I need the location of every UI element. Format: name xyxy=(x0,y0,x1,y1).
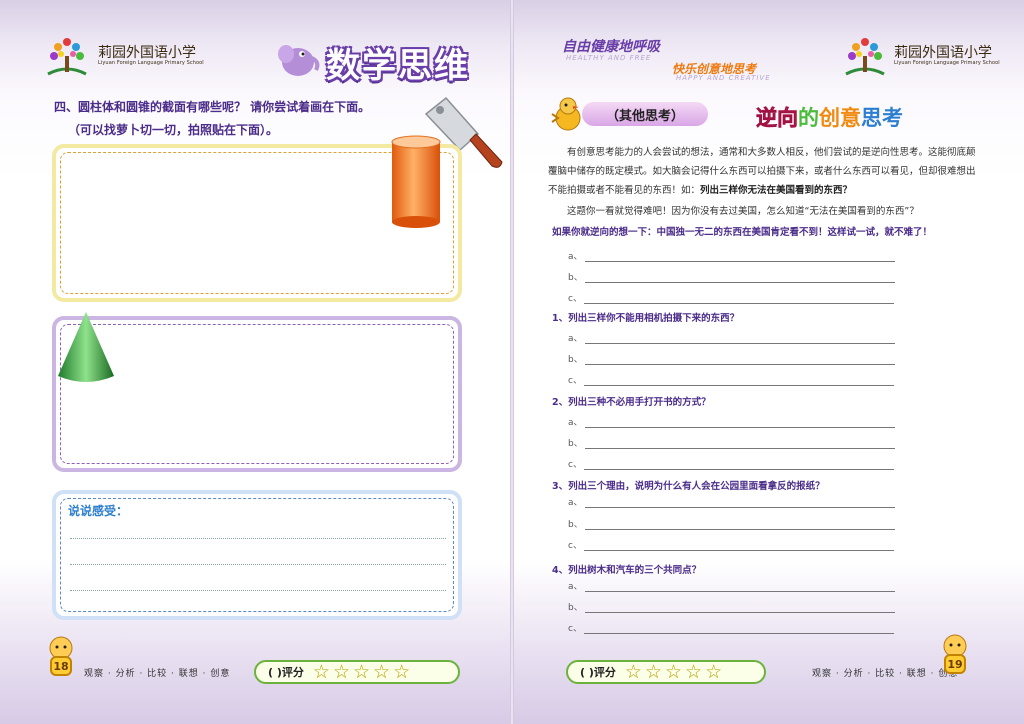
star-icon[interactable]: ☆ xyxy=(373,662,390,682)
answer-label: c、 xyxy=(568,624,582,634)
answer-label: c、 xyxy=(568,294,582,304)
answer-line[interactable]: a、 xyxy=(568,494,895,508)
score-label: ( )评分 xyxy=(580,666,616,679)
answer-label: a、 xyxy=(568,498,583,508)
section-title: 逆向的创意思考 xyxy=(756,102,903,132)
feelings-line xyxy=(70,590,446,591)
feelings-label: 说说感受： xyxy=(68,504,129,518)
school-name-block: 莉园外国语小学 Liyuan Foreign Language Primary … xyxy=(98,46,204,66)
page-number: 19 xyxy=(944,654,966,674)
school-name-block-right: 莉园外国语小学 Liyuan Foreign Language Primary … xyxy=(894,46,1000,66)
tree-logo-icon xyxy=(845,38,885,76)
answer-line[interactable]: c、 xyxy=(568,290,894,304)
star-icon[interactable]: ☆ xyxy=(685,662,702,682)
answer-line[interactable]: b、 xyxy=(568,269,895,283)
section-title-part: 的 xyxy=(798,106,819,130)
score-label: ( )评分 xyxy=(268,666,304,679)
star-icon[interactable]: ☆ xyxy=(705,662,722,682)
question-line-2: （可以找萝卜切一切，拍照贴在下面）。 xyxy=(68,123,279,137)
rating-stars: ☆ ☆ ☆ ☆ ☆ xyxy=(310,662,410,682)
answer-label: a、 xyxy=(568,582,583,592)
book-spine xyxy=(510,0,514,724)
answer-label: a、 xyxy=(568,418,583,428)
left-page: 莉园外国语小学 Liyuan Foreign Language Primary … xyxy=(0,0,512,724)
answer-line[interactable]: a、 xyxy=(568,248,895,262)
answer-line[interactable]: b、 xyxy=(568,435,895,449)
question-4: 4、列出树木和汽车的三个共同点？ xyxy=(552,565,702,576)
star-icon[interactable]: ☆ xyxy=(665,662,682,682)
school-name: 莉园外国语小学 xyxy=(894,45,992,61)
answer-line[interactable]: c、 xyxy=(568,456,894,470)
hint-paragraph: 如果你就逆向的想一下：中国独一无二的东西在美国肯定看不到！这样试一试，就不难了！ xyxy=(552,227,933,238)
school-logo xyxy=(44,34,90,80)
question-2: 2、列出三种不必用手打开书的方式？ xyxy=(552,397,711,408)
question-line-1: 四、圆柱体和圆锥的截面有哪些呢？ 请你尝试着画在下面。 xyxy=(54,100,371,114)
cylinder-icon xyxy=(391,135,441,228)
page-number: 18 xyxy=(50,656,72,676)
elephant-mascot xyxy=(276,38,320,78)
elephant-icon xyxy=(278,45,320,76)
slogan-2-en: HAPPY AND CREATIVE xyxy=(676,74,771,82)
footer-text: 观察 · 分析 · 比较 · 联想 · 创意 xyxy=(84,669,231,679)
slogan-1: 自由健康地呼吸 xyxy=(562,39,660,55)
dashed-border xyxy=(60,324,454,464)
answer-label: b、 xyxy=(568,273,583,283)
answer-line[interactable]: b、 xyxy=(568,351,895,365)
section-title-part: 思考 xyxy=(861,106,903,130)
question-text: 四、圆柱体和圆锥的截面有哪些呢？ 请你尝试着画在下面。 （可以找萝卜切一切，拍照… xyxy=(54,98,414,138)
question-1: 1、列出三样你不能用相机拍摄下来的东西？ xyxy=(552,313,740,324)
answer-line[interactable]: a、 xyxy=(568,414,895,428)
answer-line[interactable]: b、 xyxy=(568,599,895,613)
school-name: 莉园外国语小学 xyxy=(98,45,196,61)
answer-line[interactable]: c、 xyxy=(568,372,894,386)
score-box: ( )评分 ☆ ☆ ☆ ☆ ☆ xyxy=(254,660,460,684)
answer-label: a、 xyxy=(568,334,583,344)
star-icon[interactable]: ☆ xyxy=(333,662,350,682)
cone-image xyxy=(54,310,118,386)
star-icon[interactable]: ☆ xyxy=(313,662,330,682)
page-title: 数学思维 xyxy=(326,46,470,86)
question-3: 3、列出三个理由，说明为什么有人会在公园里面看拿反的报纸？ xyxy=(552,481,825,492)
answer-label: c、 xyxy=(568,541,582,551)
answer-label: a、 xyxy=(568,252,583,262)
section-title-part: 创意 xyxy=(819,106,861,130)
tree-logo-icon xyxy=(47,38,87,76)
answer-label: b、 xyxy=(568,439,583,449)
second-paragraph: 这题你一看就觉得难吧！因为你没有去过美国，怎么知道“无法在美国看到的东西”？ xyxy=(567,206,919,217)
answer-label: b、 xyxy=(568,603,583,613)
school-name-en: Liyuan Foreign Language Primary School xyxy=(894,60,1000,66)
section-tag-label: （其他思考） xyxy=(605,108,684,124)
answer-label: c、 xyxy=(568,460,582,470)
star-icon[interactable]: ☆ xyxy=(353,662,370,682)
answer-line[interactable]: b、 xyxy=(568,516,895,530)
footer-text: 观察 · 分析 · 比较 · 联想 · 创意 xyxy=(812,669,959,679)
slogan-1-en: HEALTHY AND FREE xyxy=(566,54,652,62)
answer-label: c、 xyxy=(568,376,582,386)
score-box: ( )评分 ☆ ☆ ☆ ☆ ☆ xyxy=(566,660,766,684)
star-icon[interactable]: ☆ xyxy=(393,662,410,682)
answer-line[interactable]: a、 xyxy=(568,330,895,344)
answer-label: b、 xyxy=(568,520,583,530)
answer-line[interactable]: c、 xyxy=(568,620,894,634)
answer-line[interactable]: a、 xyxy=(568,578,895,592)
cone-icon xyxy=(58,312,114,382)
feelings-line xyxy=(70,564,446,565)
answer-line[interactable]: c、 xyxy=(568,537,894,551)
school-logo-right xyxy=(842,34,888,80)
section-title-part: 逆向 xyxy=(756,106,799,131)
feelings-line xyxy=(70,538,446,539)
section-tag: （其他思考） xyxy=(582,102,708,126)
star-icon[interactable]: ☆ xyxy=(625,662,642,682)
answer-label: b、 xyxy=(568,355,583,365)
star-icon[interactable]: ☆ xyxy=(645,662,662,682)
intro-paragraph: 有创意思考能力的人会尝试的想法，通常和大多数人相反，他们尝试的是逆向性思考。这能… xyxy=(548,143,984,200)
cylinder-image xyxy=(388,134,444,230)
intro-example: 列出三样你无法在美国看到的东西？ xyxy=(700,185,853,196)
rating-stars: ☆ ☆ ☆ ☆ ☆ xyxy=(622,662,722,682)
school-name-en: Liyuan Foreign Language Primary School xyxy=(98,60,204,66)
